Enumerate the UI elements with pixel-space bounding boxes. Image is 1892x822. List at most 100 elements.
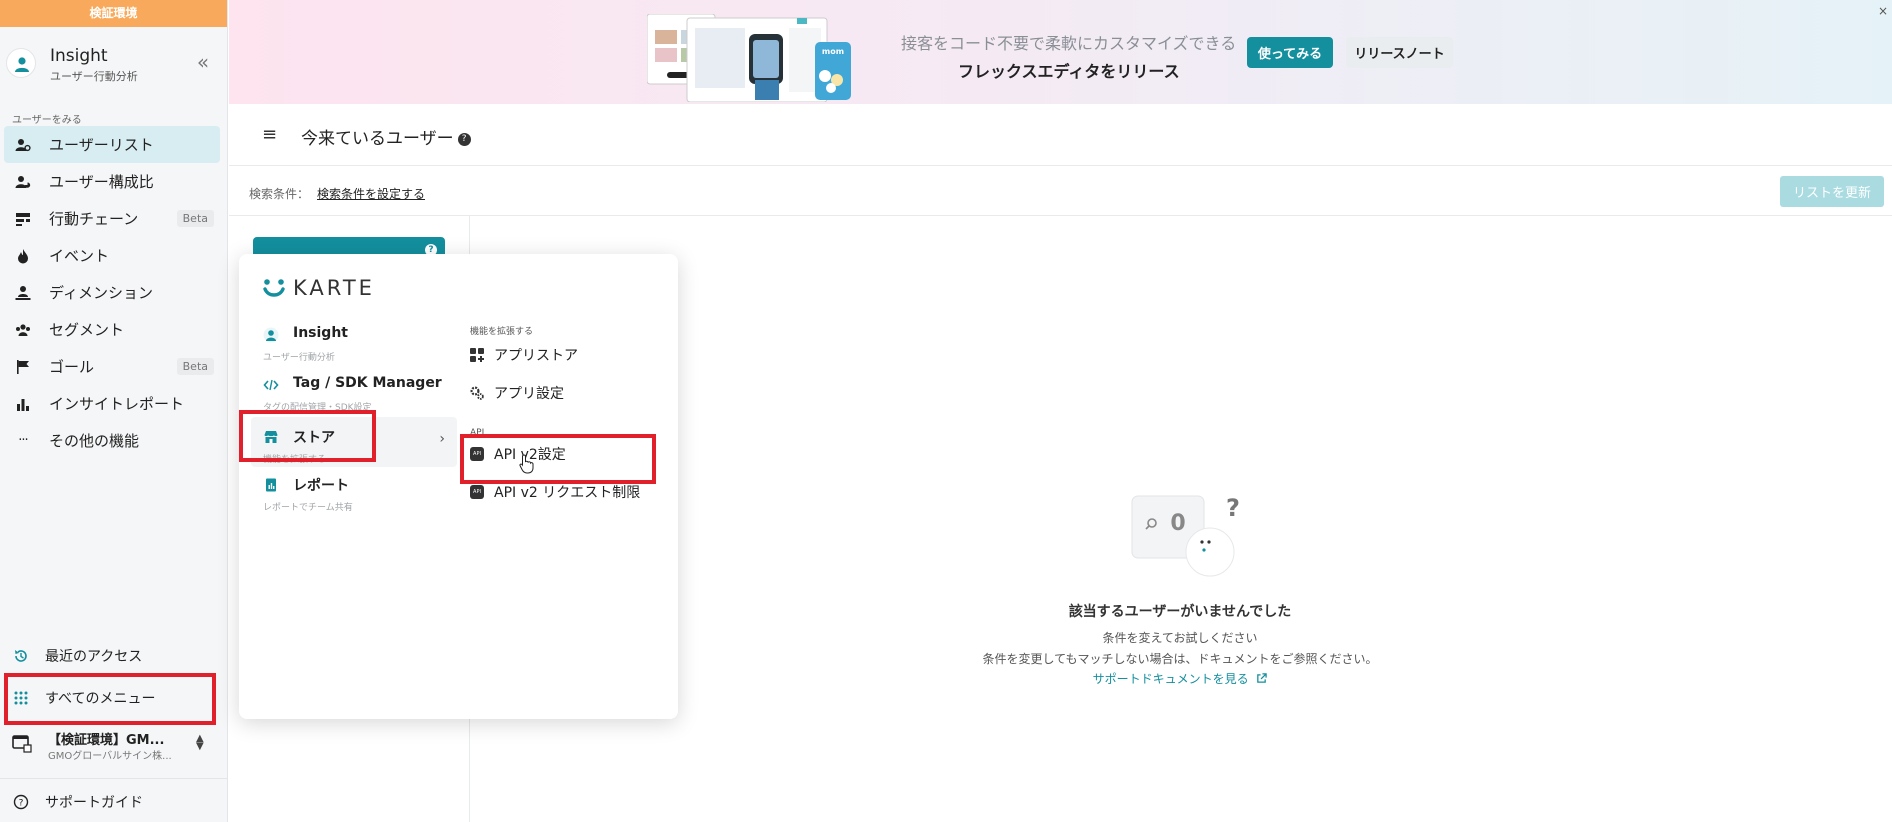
search-condition-label: 検索条件：: [249, 187, 310, 201]
menu-item-insight[interactable]: Insight ユーザー行動分析: [263, 325, 453, 365]
karte-logo-icon: [263, 279, 285, 297]
karte-logo-text: KARTE: [293, 276, 375, 300]
app-root: 検証環境 Insight ユーザー行動分析 « ユーザーをみる ユーザーリスト …: [0, 0, 1892, 822]
event-icon: [14, 247, 32, 265]
api-section-heading: API: [470, 428, 485, 438]
support-guide-item[interactable]: ? サポートガイド: [0, 782, 228, 822]
empty-state: 該当するユーザーがいませんでした 条件を変えてお試しください 条件を変更してもマ…: [960, 0, 1400, 822]
app-store-label: アプリストア: [494, 348, 578, 364]
sidebar-item-dimension[interactable]: ディメンション: [0, 274, 228, 311]
page-title: 今来ているユーザー?: [301, 124, 471, 149]
all-menu-popup: KARTE Insight ユーザー行動分析 Tag / SDK Manager…: [239, 254, 678, 719]
support-doc-link[interactable]: サポートドキュメントを見る: [960, 670, 1400, 687]
beta-badge: Beta: [176, 210, 214, 227]
sidebar-item-segment[interactable]: セグメント: [0, 311, 228, 348]
sidebar-item-label: セグメント: [49, 321, 125, 339]
workspace-subtitle: GMOグローバルサイン株...: [48, 751, 172, 762]
help-icon[interactable]: ?: [457, 132, 471, 146]
app-settings-link[interactable]: アプリ設定: [470, 383, 564, 403]
all-menu-label: すべてのメニュー: [45, 691, 156, 707]
sidebar-divider: [0, 778, 228, 779]
hand-cursor-icon: [519, 454, 534, 474]
sidebar-item-label: インサイトレポート: [49, 395, 185, 413]
menu-item-title: Tag / SDK Manager: [293, 375, 442, 391]
sidebar-item-label: ユーザーリスト: [49, 136, 154, 154]
sidebar-item-label: ディメンション: [49, 284, 153, 302]
menu-item-tag-sdk-manager[interactable]: Tag / SDK Manager タグの配信管理・SDK設定: [263, 375, 453, 415]
sidebar-item-goal[interactable]: ゴール Beta: [0, 348, 228, 385]
sidebar-item-insight-report[interactable]: インサイトレポート: [0, 385, 228, 422]
workspace-icon: [12, 735, 32, 757]
app-subtitle: ユーザー行動分析: [50, 70, 138, 83]
sidebar-item-user-ratio[interactable]: ユーザー構成比: [0, 163, 228, 200]
set-search-condition-link[interactable]: 検索条件を設定する: [317, 185, 425, 202]
menu-item-report[interactable]: レポート レポートでチーム共有: [263, 475, 453, 515]
help-circle-icon: ?: [12, 793, 30, 811]
section-label: ユーザーをみる: [12, 115, 82, 126]
external-link-icon: [1257, 673, 1268, 683]
workspace-name: 【検証環境】GM...: [48, 733, 165, 748]
user-ratio-icon: [14, 173, 32, 191]
hamburger-menu-icon[interactable]: ≡: [262, 124, 277, 145]
sidebar-item-label: 行動チェーン: [49, 210, 139, 228]
api-v2-settings-link[interactable]: API API v2設定: [470, 444, 566, 464]
gears-icon: [470, 386, 484, 400]
app-header: Insight ユーザー行動分析 «: [0, 38, 228, 88]
user-circle-icon: [263, 327, 279, 343]
sidebar-item-label: ゴール: [49, 358, 95, 376]
beta-badge: Beta: [176, 358, 214, 375]
collapse-sidebar-icon[interactable]: «: [192, 52, 214, 74]
report-icon: [263, 477, 279, 493]
history-icon: [12, 647, 30, 665]
workspace-switcher[interactable]: 【検証環境】GM... GMOグローバルサイン株... ▲ ▼: [0, 725, 228, 765]
page-title-text: 今来ているユーザー: [301, 129, 454, 149]
karte-logo: KARTE: [263, 276, 375, 300]
banner-illustration: mom: [647, 14, 851, 102]
extend-section-heading: 機能を拡張する: [470, 327, 534, 337]
menu-item-subtitle: タグの配信管理・SDK設定: [263, 403, 372, 413]
up-down-icon: ▲ ▼: [196, 733, 204, 752]
menu-item-subtitle: 機能を拡張する: [263, 455, 327, 465]
goal-flag-icon: [14, 358, 32, 376]
sidebar-item-more[interactable]: ··· その他の機能: [0, 422, 228, 459]
sidebar-item-action-chain[interactable]: 行動チェーン Beta: [0, 200, 228, 237]
report-chart-icon: [14, 395, 32, 413]
menu-item-subtitle: レポートでチーム共有: [263, 503, 353, 513]
empty-message-1: 条件を変えてお試しください: [1102, 631, 1258, 645]
app-store-link[interactable]: アプリストア: [470, 345, 578, 365]
close-icon[interactable]: ×: [1878, 4, 1888, 18]
sidebar: 検証環境 Insight ユーザー行動分析 « ユーザーをみる ユーザーリスト …: [0, 0, 228, 822]
menu-item-store[interactable]: ストア 機能を拡張する ›: [251, 417, 457, 467]
segment-icon: [14, 321, 32, 339]
support-doc-link-label: サポートドキュメントを見る: [1092, 672, 1249, 686]
banner-mock-brand: mom: [822, 47, 844, 56]
chevron-right-icon: ›: [439, 431, 445, 447]
action-chain-icon: [14, 210, 32, 228]
menu-item-title: ストア: [293, 430, 335, 446]
refresh-list-button[interactable]: リストを更新: [1780, 176, 1884, 207]
svg-text:?: ?: [19, 799, 24, 809]
api-badge: API: [470, 485, 484, 499]
app-user-icon: [6, 48, 36, 78]
user-list-icon: [14, 136, 32, 154]
api-icon: API: [470, 485, 484, 499]
sidebar-item-label: ユーザー構成比: [49, 173, 154, 191]
recent-access-item[interactable]: 最近のアクセス: [0, 636, 228, 676]
api-icon: API: [470, 447, 484, 461]
sidebar-item-label: イベント: [49, 247, 110, 265]
empty-message-2: 条件を変更してもマッチしない場合は、ドキュメントをご参照ください。: [982, 652, 1378, 666]
dimension-icon: [14, 284, 32, 302]
sidebar-item-user-list[interactable]: ユーザーリスト: [4, 126, 220, 163]
more-icon: ···: [18, 433, 28, 448]
all-menu-button[interactable]: すべてのメニュー: [0, 678, 228, 718]
code-icon: [263, 377, 279, 393]
api-v2-request-limit-link[interactable]: API API v2 リクエスト制限: [470, 482, 640, 502]
app-store-icon: [470, 348, 484, 362]
support-guide-label: サポートガイド: [45, 795, 143, 811]
menu-item-title: Insight: [293, 325, 348, 341]
grid-menu-icon: [12, 689, 30, 707]
store-icon: [263, 429, 279, 445]
menu-item-title: レポート: [293, 478, 349, 494]
api-badge: API: [470, 447, 484, 461]
sidebar-item-event[interactable]: イベント: [0, 237, 228, 274]
